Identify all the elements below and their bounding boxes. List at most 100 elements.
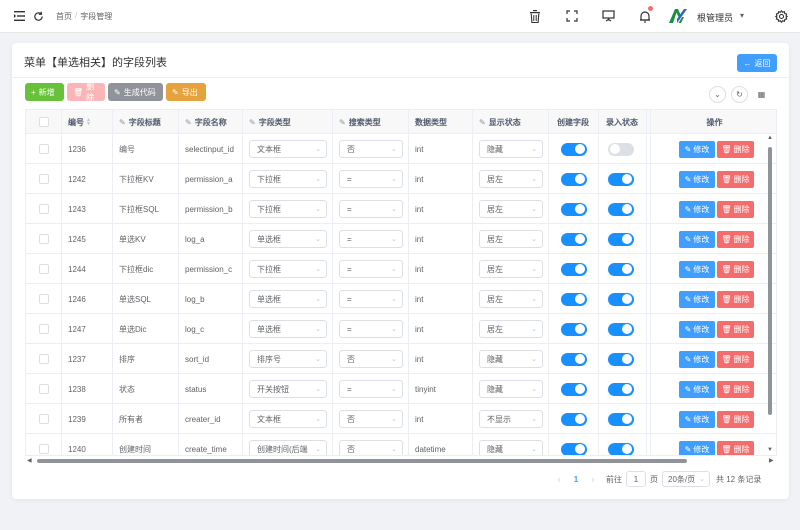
collapse-search-button[interactable]: ⌄: [709, 86, 726, 103]
edit-button[interactable]: ✎ 修改: [679, 320, 715, 338]
row-checkbox[interactable]: [38, 144, 49, 154]
field-type-select[interactable]: 单选框 ⌄: [249, 230, 327, 248]
display-select[interactable]: 居左 ⌄: [479, 170, 543, 188]
refresh-table-button[interactable]: ↻: [731, 86, 748, 103]
search-type-select[interactable]: = ⌄: [339, 380, 403, 398]
entry-state-switch[interactable]: [608, 172, 634, 186]
display-select[interactable]: 居左 ⌄: [479, 200, 543, 218]
display-select[interactable]: 隐藏 ⌄: [479, 380, 543, 398]
create-field-switch[interactable]: [561, 172, 587, 186]
row-checkbox[interactable]: [38, 444, 49, 454]
scroll-right-arrow-icon[interactable]: ▶: [769, 457, 774, 464]
delete-button[interactable]: 🗑 删除: [717, 380, 754, 398]
entry-state-switch[interactable]: [608, 232, 634, 246]
entry-state-switch[interactable]: [608, 202, 634, 216]
delete-button[interactable]: 🗑 删除: [717, 230, 754, 248]
sort-icon[interactable]: ▲ ▼: [86, 118, 91, 127]
create-field-switch[interactable]: [561, 292, 587, 306]
horizontal-scrollbar[interactable]: ◀ ▶: [25, 457, 777, 465]
field-type-select[interactable]: 文本框 ⌄: [249, 410, 327, 428]
create-field-switch[interactable]: [561, 352, 587, 366]
select-all-checkbox[interactable]: [38, 117, 49, 127]
field-type-select[interactable]: 文本框 ⌄: [249, 140, 327, 158]
monitor-icon[interactable]: [600, 8, 616, 24]
row-checkbox[interactable]: [38, 294, 49, 304]
user-avatar-logo[interactable]: [668, 8, 688, 24]
horizontal-scroll-thumb[interactable]: [37, 459, 687, 463]
search-type-select[interactable]: 否 ⌄: [339, 350, 403, 368]
delete-button[interactable]: 🗑 删除: [717, 410, 754, 428]
export-button[interactable]: ✎ 导出: [166, 83, 206, 101]
prev-page-icon[interactable]: ‹: [550, 475, 568, 484]
display-select[interactable]: 居左 ⌄: [479, 260, 543, 278]
display-select[interactable]: 居左 ⌄: [479, 230, 543, 248]
search-type-select[interactable]: 否 ⌄: [339, 140, 403, 158]
create-field-switch[interactable]: [561, 382, 587, 396]
delete-button[interactable]: 🗑 删除: [717, 290, 754, 308]
entry-state-switch[interactable]: [608, 142, 634, 156]
search-type-select[interactable]: = ⌄: [339, 170, 403, 188]
edit-button[interactable]: ✎ 修改: [679, 440, 715, 455]
row-checkbox[interactable]: [38, 174, 49, 184]
page-size-select[interactable]: 20条/页 ⌄: [662, 471, 710, 487]
display-select[interactable]: 隐藏 ⌄: [479, 350, 543, 368]
edit-button[interactable]: ✎ 修改: [679, 200, 715, 218]
delete-button[interactable]: 🗑 删除: [717, 140, 754, 158]
display-select[interactable]: 居左 ⌄: [479, 290, 543, 308]
trash-icon[interactable]: [527, 8, 543, 24]
fullscreen-icon[interactable]: [564, 8, 580, 24]
delete-button[interactable]: 🗑 删除: [717, 170, 754, 188]
create-field-switch[interactable]: [561, 322, 587, 336]
gear-icon[interactable]: [773, 8, 789, 24]
entry-state-switch[interactable]: [608, 442, 634, 455]
edit-button[interactable]: ✎ 修改: [679, 350, 715, 368]
header-select-all[interactable]: [26, 110, 62, 134]
edit-button[interactable]: ✎ 修改: [679, 170, 715, 188]
entry-state-switch[interactable]: [608, 352, 634, 366]
chevron-down-icon[interactable]: ▾: [740, 11, 744, 20]
display-select[interactable]: 隐藏 ⌄: [479, 440, 543, 455]
field-type-select[interactable]: 下拉框 ⌄: [249, 170, 327, 188]
search-type-select[interactable]: = ⌄: [339, 290, 403, 308]
row-checkbox[interactable]: [38, 234, 49, 244]
edit-button[interactable]: ✎ 修改: [679, 380, 715, 398]
delete-button[interactable]: 🗑 删除: [717, 200, 754, 218]
edit-button[interactable]: ✎ 修改: [679, 230, 715, 248]
display-select[interactable]: 隐藏 ⌄: [479, 140, 543, 158]
edit-button[interactable]: ✎ 修改: [679, 290, 715, 308]
entry-state-switch[interactable]: [608, 322, 634, 336]
field-type-select[interactable]: 下拉框 ⌄: [249, 200, 327, 218]
edit-button[interactable]: ✎ 修改: [679, 140, 715, 158]
create-field-switch[interactable]: [561, 202, 587, 216]
goto-page-input[interactable]: 1: [626, 471, 646, 487]
search-type-select[interactable]: 否 ⌄: [339, 410, 403, 428]
field-type-select[interactable]: 下拉框 ⌄: [249, 260, 327, 278]
refresh-icon[interactable]: [33, 11, 44, 22]
row-checkbox[interactable]: [38, 384, 49, 394]
entry-state-switch[interactable]: [608, 412, 634, 426]
edit-button[interactable]: ✎ 修改: [679, 260, 715, 278]
field-type-select[interactable]: 排序号 ⌄: [249, 350, 327, 368]
columns-toggle-button[interactable]: ▦: [753, 86, 770, 103]
add-button[interactable]: + 新增: [25, 83, 64, 101]
field-type-select[interactable]: 单选框 ⌄: [249, 320, 327, 338]
field-type-select[interactable]: 开关按钮 ⌄: [249, 380, 327, 398]
search-type-select[interactable]: = ⌄: [339, 200, 403, 218]
scroll-up-arrow-icon[interactable]: ▲: [767, 135, 773, 141]
breadcrumb-home[interactable]: 首页: [56, 11, 72, 22]
next-page-icon[interactable]: ›: [584, 475, 602, 484]
entry-state-switch[interactable]: [608, 382, 634, 396]
row-checkbox[interactable]: [38, 414, 49, 424]
delete-button[interactable]: 🗑 删除: [717, 350, 754, 368]
delete-button[interactable]: 🗑 删除: [717, 440, 754, 455]
create-field-switch[interactable]: [561, 442, 587, 455]
create-field-switch[interactable]: [561, 262, 587, 276]
row-checkbox[interactable]: [38, 204, 49, 214]
bell-icon[interactable]: [637, 6, 653, 24]
row-checkbox[interactable]: [38, 354, 49, 364]
search-type-select[interactable]: = ⌄: [339, 260, 403, 278]
delete-button[interactable]: 🗑 删除: [717, 260, 754, 278]
search-type-select[interactable]: = ⌄: [339, 320, 403, 338]
field-type-select[interactable]: 创建时间(后端 ⌄: [249, 440, 327, 455]
vertical-scroll-thumb[interactable]: [768, 147, 772, 415]
